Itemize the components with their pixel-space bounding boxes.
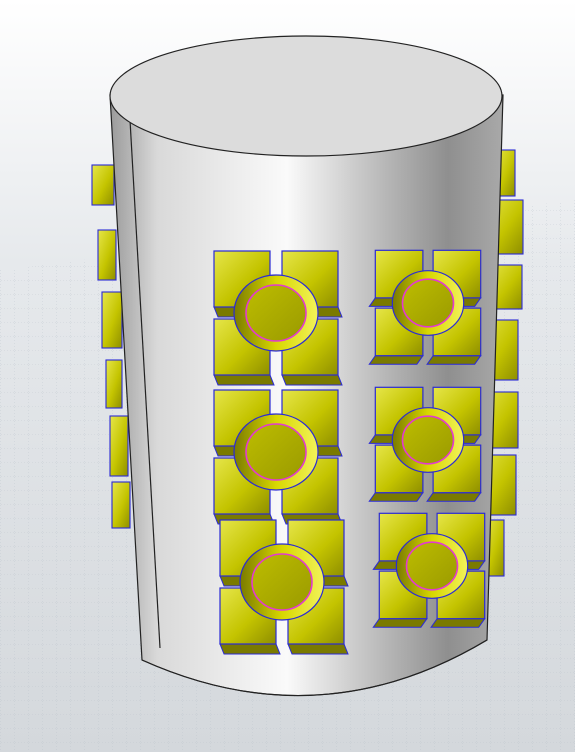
hole-cap-selected[interactable] bbox=[251, 553, 313, 611]
hole-cap-selected[interactable] bbox=[405, 541, 459, 591]
back-block[interactable] bbox=[97, 229, 117, 281]
block-side-face[interactable] bbox=[219, 643, 281, 655]
block-side-face[interactable] bbox=[287, 643, 349, 655]
3d-viewport[interactable] bbox=[0, 0, 575, 752]
block-side-face[interactable] bbox=[368, 492, 424, 502]
block-side-face[interactable] bbox=[426, 492, 482, 502]
hole-cap-selected[interactable] bbox=[401, 278, 455, 328]
hole-cap-selected[interactable] bbox=[245, 284, 307, 342]
cylinder-top-face[interactable] bbox=[109, 35, 503, 157]
scene-canvas[interactable] bbox=[0, 0, 575, 752]
block-side-face[interactable] bbox=[281, 374, 343, 386]
block-side-face[interactable] bbox=[430, 618, 486, 628]
block-side-face[interactable] bbox=[368, 355, 424, 365]
back-block[interactable] bbox=[91, 164, 115, 206]
back-block[interactable] bbox=[109, 415, 129, 477]
back-block[interactable] bbox=[101, 291, 123, 349]
block-side-face[interactable] bbox=[426, 355, 482, 365]
block-side-face[interactable] bbox=[213, 374, 275, 386]
hole-cap-selected[interactable] bbox=[245, 423, 307, 481]
back-block[interactable] bbox=[105, 359, 123, 409]
hole-cap-selected[interactable] bbox=[401, 415, 455, 465]
back-block[interactable] bbox=[111, 481, 131, 529]
block-side-face[interactable] bbox=[372, 618, 428, 628]
